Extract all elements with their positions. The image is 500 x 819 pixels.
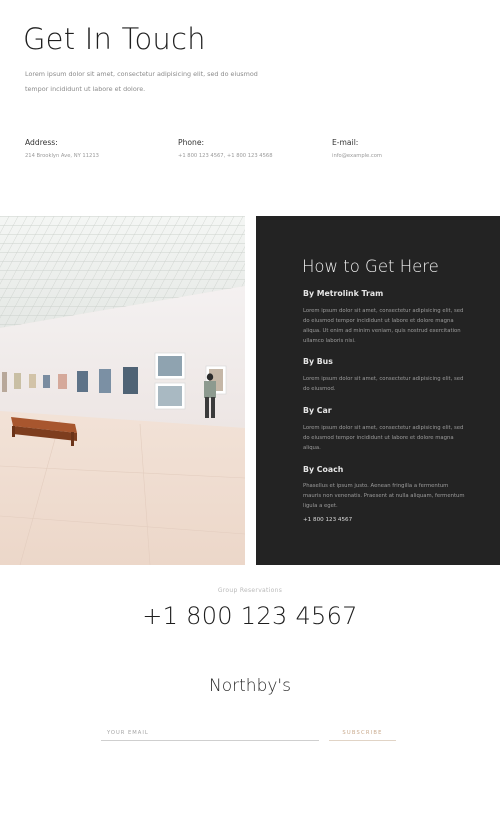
route-heading-tram: By Metrolink Tram [303,289,384,298]
phone-value[interactable]: +1 800 123 4567, +1 800 123 4568 [178,153,273,159]
route-heading-car: By Car [303,406,332,415]
directions-phone[interactable]: +1 800 123 4567 [303,517,352,523]
group-reservations-label: Group Reservations [217,587,283,594]
email-value[interactable]: info@example.com [332,153,382,159]
intro-text: Lorem ipsum dolor sit amet, consectetur … [25,70,258,93]
route-text-car: Lorem ipsum dolor sit amet, consectetur … [303,425,464,451]
email-block: E-mail: info@example.com [332,138,382,159]
route-heading-bus: By Bus [303,357,333,366]
address-value: 214 Brooklyn Ave, NY 11213 [25,153,99,159]
address-label: Address: [25,138,58,147]
page-title: Get In Touch [23,22,206,56]
address-block: Address: 214 Brooklyn Ave, NY 11213 [25,138,99,159]
brand-name: Northby's [209,676,291,696]
phone-block: Phone: +1 800 123 4567, +1 800 123 4568 [178,138,273,159]
directions-panel: How to Get Here By Metrolink Tram Lorem … [256,216,500,565]
gallery-photo [0,216,245,565]
gallery-illustration [0,216,245,565]
phone-label: Phone: [178,138,205,147]
route-text-coach: Phasellus et ipsum justo. Aenean fringil… [303,483,465,509]
route-text-bus: Lorem ipsum dolor sit amet, consectetur … [303,376,464,392]
email-input[interactable] [101,725,319,741]
route-text-tram: Lorem ipsum dolor sit amet, consectetur … [303,308,464,344]
route-heading-coach: By Coach [303,465,344,474]
reservations-phone[interactable]: +1 800 123 4567 [0,602,500,630]
directions-title: How to Get Here [302,257,439,276]
email-label: E-mail: [332,138,359,147]
subscribe-button[interactable]: SUBSCRIBE [329,725,396,741]
